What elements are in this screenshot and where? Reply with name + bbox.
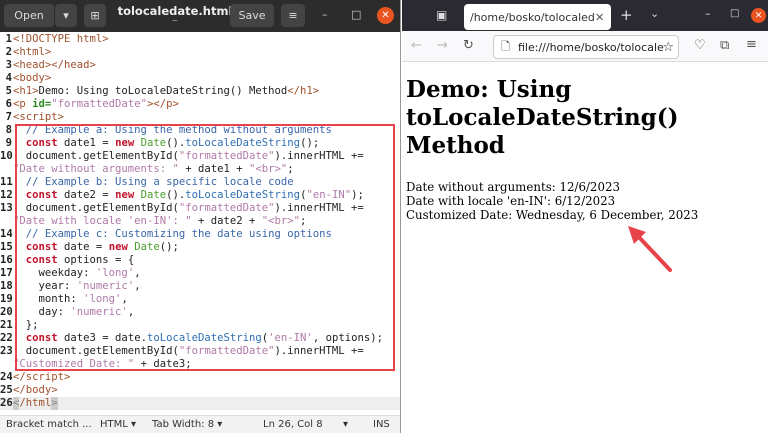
arrow-shaft [634, 232, 672, 272]
annotation-arrow [628, 226, 672, 272]
